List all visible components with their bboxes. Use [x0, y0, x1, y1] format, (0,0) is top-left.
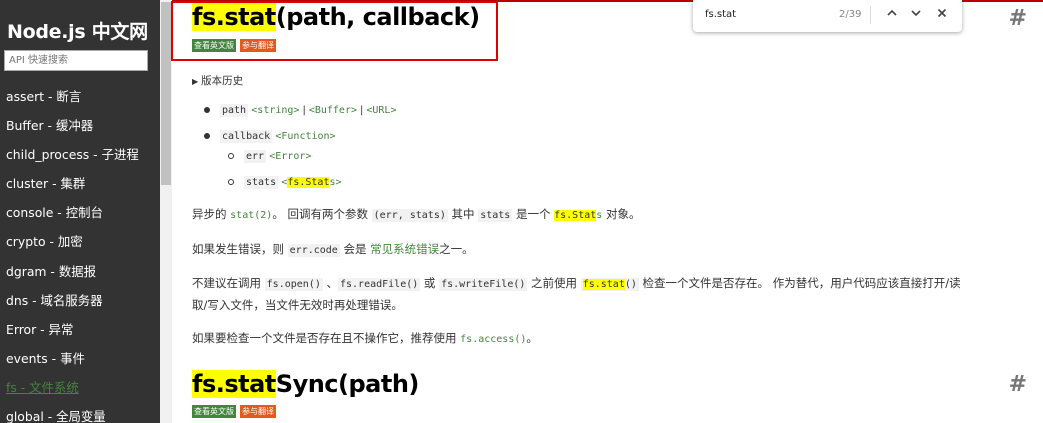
sidebar-nav: assert - 断言 Buffer - 缓冲器 child_process -… [0, 82, 160, 423]
main-content: fs.stat(path, callback) 查看英文版 参与翻译 # ▶ 版本… [171, 0, 1043, 423]
version-history-toggle[interactable]: ▶ 版本历史 [192, 73, 243, 88]
param-name: err [244, 150, 267, 163]
sidebar-item-cluster[interactable]: cluster - 集群 [0, 169, 160, 198]
sidebar-item-console[interactable]: console - 控制台 [0, 198, 160, 227]
sidebar-item-dgram[interactable]: dgram - 数据报 [0, 257, 160, 286]
sidebar-item-events[interactable]: events - 事件 [0, 344, 160, 373]
type-link-buffer[interactable]: <Buffer> [309, 105, 357, 116]
sidebar-item-assert[interactable]: assert - 断言 [0, 82, 160, 111]
api-heading-fs-statsync: fs.statSync(path) [192, 370, 419, 398]
sidebar-item-label: global - 全局变量 [6, 409, 106, 423]
sidebar-item-label: console - 控制台 [6, 205, 103, 221]
view-english-button[interactable]: 查看英文版 [192, 39, 236, 52]
error-paragraph: 如果发生错误，则 err.code 会是 常见系统错误之一。 [192, 242, 474, 257]
search-match: fs.Stat [554, 210, 597, 221]
sidebar-item-buffer[interactable]: Buffer - 缓冲器 [0, 111, 160, 140]
sidebar-item-label: fs - 文件系统 [6, 379, 79, 395]
page: Node.js 中文网 assert - 断言 Buffer - 缓冲器 chi… [0, 0, 1043, 423]
disclosure-triangle-icon: ▶ [192, 77, 199, 86]
view-english-button[interactable]: 查看英文版 [192, 405, 236, 418]
param-item-stats: stats <fs.Stats> [228, 176, 342, 189]
find-input[interactable]: fs.stat [705, 9, 736, 20]
param-item-err: err <Error> [228, 150, 311, 163]
sidebar-item-crypto[interactable]: crypto - 加密 [0, 227, 160, 256]
heading-badges: 查看英文版 参与翻译 [192, 405, 276, 418]
sidebar-item-label: assert - 断言 [6, 89, 82, 104]
bullet-icon [204, 107, 210, 113]
type-link-url[interactable]: <URL> [366, 105, 396, 116]
sidebar-item-error[interactable]: Error - 异常 [0, 315, 160, 344]
contribute-translation-button[interactable]: 参与翻译 [240, 39, 276, 52]
section-anchor-link[interactable]: # [1009, 6, 1027, 31]
param-item-callback: callback <Function> [204, 130, 336, 143]
heading-search-match: fs.stat [192, 3, 276, 31]
param-item-path: path <string> | <Buffer> | <URL> [204, 104, 396, 117]
param-name: callback [220, 130, 273, 143]
description-paragraph: 异步的 stat(2)。 回调有两个参数 (err, stats) 其中 sta… [192, 207, 641, 222]
find-in-page-bar: fs.stat 2/39 [693, 0, 962, 32]
type-link-string[interactable]: <string> [251, 105, 299, 116]
bullet-icon [228, 153, 234, 159]
type-link-fs-stats[interactable]: <fs.Stats> [281, 177, 342, 188]
sidebar-item-label: dns - 域名服务器 [6, 292, 103, 308]
close-icon[interactable] [934, 7, 950, 23]
chevron-up-icon[interactable] [884, 7, 900, 23]
sidebar: Node.js 中文网 assert - 断言 Buffer - 缓冲器 chi… [0, 0, 160, 423]
sidebar-item-label: crypto - 加密 [6, 234, 83, 250]
type-link-function[interactable]: <Function> [275, 131, 335, 142]
heading-search-match: fs.stat [192, 370, 276, 398]
sidebar-item-label: Error - 异常 [6, 321, 74, 337]
heading-signature: Sync(path) [275, 370, 420, 398]
sidebar-item-global[interactable]: global - 全局变量 [0, 402, 160, 423]
heading-badges: 查看英文版 参与翻译 [192, 39, 276, 52]
sidebar-item-dns[interactable]: dns - 域名服务器 [0, 286, 160, 315]
search-match: fs.Stat [287, 177, 330, 188]
sidebar-item-fs[interactable]: fs - 文件系统 [0, 373, 160, 402]
advice-paragraph: 不建议在调用 fs.open() 、 fs.readFile() 或 fs.wri… [192, 276, 961, 312]
sidebar-item-child-process[interactable]: child_process - 子进程 [0, 140, 160, 169]
type-link-error[interactable]: <Error> [269, 151, 311, 162]
sidebar-item-label: events - 事件 [6, 350, 85, 366]
version-history-label: 版本历史 [201, 75, 244, 87]
chevron-down-icon[interactable] [908, 7, 924, 23]
api-search-input[interactable] [4, 50, 148, 71]
sidebar-item-label: dgram - 数据报 [6, 263, 97, 279]
heading-signature: (path, callback) [275, 3, 480, 31]
contribute-translation-button[interactable]: 参与翻译 [240, 405, 276, 418]
fs-stat-inline: fs.stat() [580, 278, 639, 291]
fs-stats-link[interactable]: fs.Stats [554, 210, 602, 221]
bullet-icon [204, 133, 210, 139]
access-paragraph: 如果要检查一个文件是否存在且不操作它，推荐使用 fs.access()。 [192, 331, 538, 345]
fs-access-link[interactable]: fs.access() [460, 334, 526, 345]
find-divider [870, 6, 871, 24]
sidebar-item-label: child_process - 子进程 [6, 147, 139, 163]
param-name: path [220, 104, 249, 117]
section-anchor-link[interactable]: # [1009, 372, 1027, 397]
site-logo[interactable]: Node.js 中文网 [7, 17, 148, 44]
api-heading-fs-stat: fs.stat(path, callback) [192, 3, 480, 31]
bullet-icon [228, 179, 234, 185]
sidebar-item-label: cluster - 集群 [6, 176, 86, 192]
scrollbar-thumb[interactable] [161, 2, 171, 185]
param-name: stats [244, 176, 279, 189]
man-page-link[interactable]: stat(2) [230, 210, 272, 221]
match-count: 2/39 [839, 9, 862, 20]
common-system-errors-link[interactable]: 常见系统错误 [370, 242, 439, 256]
search-match: fs.stat [582, 279, 625, 290]
sidebar-item-label: Buffer - 缓冲器 [6, 118, 94, 134]
